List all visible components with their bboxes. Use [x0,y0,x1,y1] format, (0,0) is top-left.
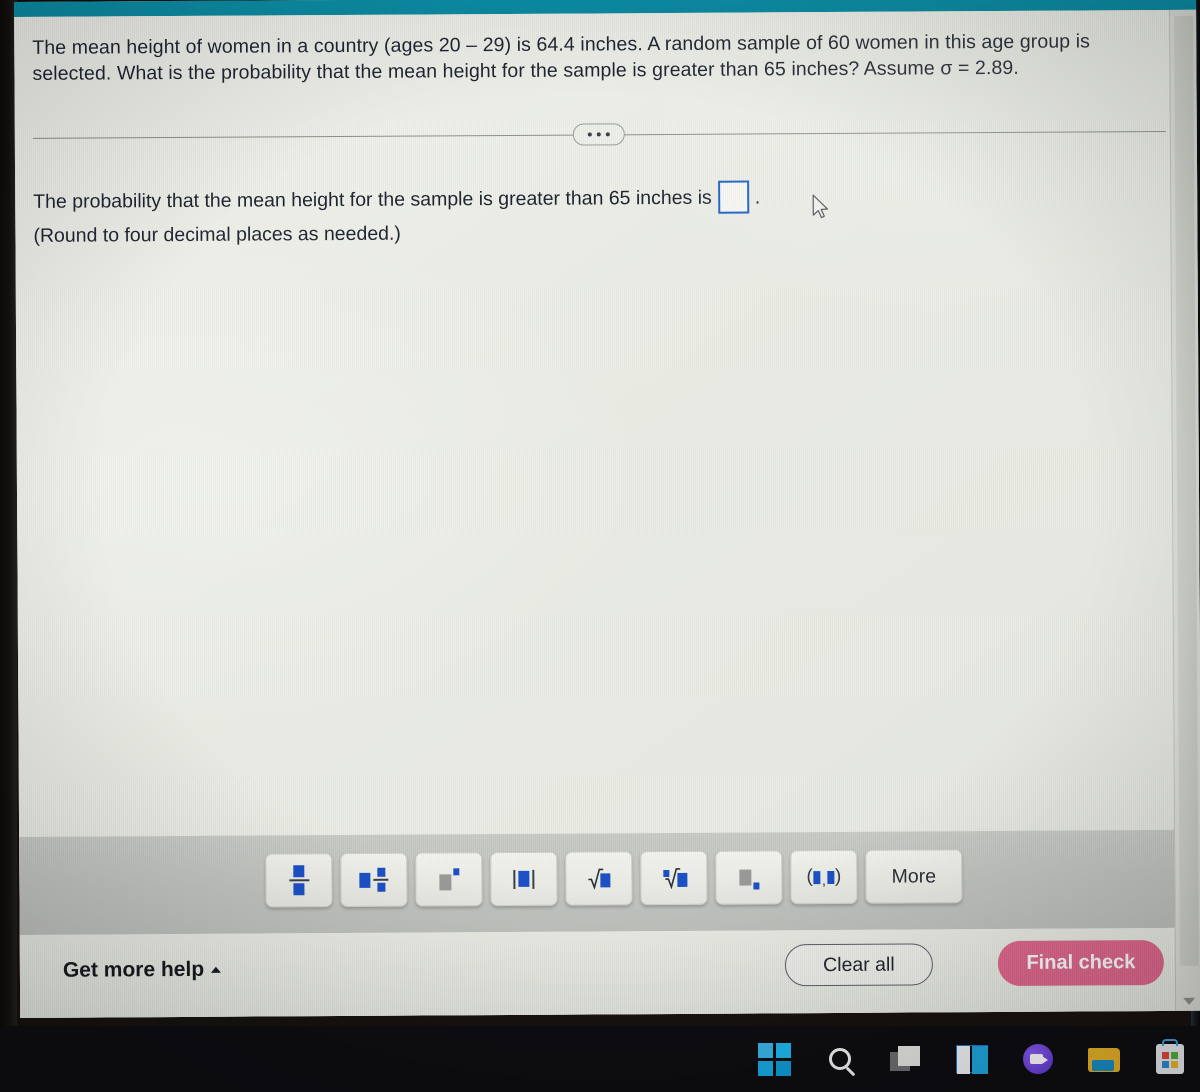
answer-section: The probability that the mean height for… [33,179,1033,251]
folder-glyph [1088,1046,1120,1072]
chevron-up-icon [211,966,222,973]
ordered-pair-icon: ( , ) [806,865,842,889]
mixed-number-icon [359,867,389,892]
widgets-glyph [956,1045,988,1074]
task-view-icon[interactable] [889,1042,923,1076]
clear-all-button[interactable]: Clear all [784,943,934,987]
teams-icon[interactable] [1021,1042,1055,1076]
section-divider [32,118,1166,153]
subscript-button[interactable] [715,850,783,905]
get-more-help-label: Get more help [62,957,205,982]
start-icon[interactable] [757,1042,791,1076]
nth-root-button[interactable] [640,850,708,906]
expand-dots-button[interactable] [572,123,625,146]
answer-input[interactable] [717,180,749,214]
microsoft-store-icon[interactable] [1153,1039,1187,1076]
absolute-value-button[interactable] [490,851,558,907]
answer-period: . [754,185,761,208]
dot-3 [605,132,610,137]
task-view-glyph [890,1046,922,1072]
answer-prompt-row: The probability that the mean height for… [33,179,1033,218]
fraction-icon [288,865,309,896]
get-more-help-button[interactable]: Get more help [62,957,222,983]
windows-taskbar [0,1026,1200,1092]
exponent-icon [438,868,459,891]
ordered-pair-button[interactable]: ( , ) [790,849,858,905]
square-root-button[interactable] [565,851,633,906]
nth-root-icon [661,867,687,890]
laptop-screen-photo: The mean height of women in a country (a… [0,0,1200,1092]
more-button[interactable]: More [865,849,963,904]
answer-prompt-text: The probability that the mean height for… [33,186,712,213]
teams-camera-glyph [1023,1044,1053,1074]
exponent-button[interactable] [415,852,483,907]
magnifier-glyph [829,1048,851,1070]
scrollbar-thumb[interactable] [1174,15,1199,966]
math-keypad-buttons: ( , ) More [265,849,963,908]
question-text: The mean height of women in a country (a… [32,28,1147,87]
final-check-button[interactable]: Final check [997,939,1165,987]
question-line-2: selected. What is the probability that t… [32,56,1019,85]
widgets-icon[interactable] [955,1042,989,1076]
windows-logo-glyph [757,1042,791,1076]
vertical-scrollbar[interactable] [1169,9,1200,1011]
mixed-number-button[interactable] [340,852,408,908]
search-icon[interactable] [823,1042,857,1076]
square-root-icon [587,867,611,890]
dot-1 [587,132,592,137]
absolute-value-icon [513,869,535,889]
screen-surface: The mean height of women in a country (a… [14,0,1200,1018]
rounding-note: (Round to four decimal places as needed.… [33,222,401,247]
file-explorer-icon[interactable] [1087,1042,1121,1076]
store-bag-glyph [1156,1039,1184,1074]
content-canvas: The mean height of women in a country (a… [14,9,1176,1018]
fraction-button[interactable] [265,853,333,908]
subscript-icon [738,869,759,890]
scroll-down-arrow-icon[interactable] [1183,997,1196,1005]
dot-2 [596,132,601,137]
